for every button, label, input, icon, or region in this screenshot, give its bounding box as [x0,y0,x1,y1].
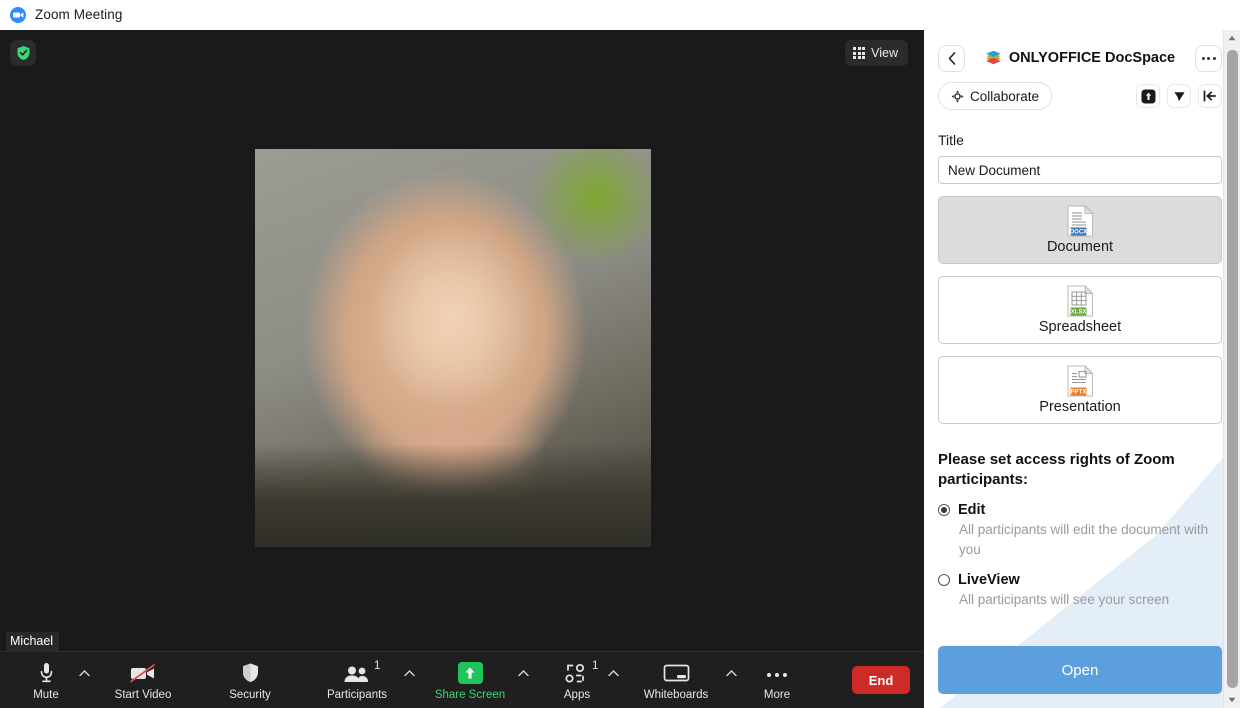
pptx-file-icon: PPTX [1067,365,1094,397]
docx-file-icon: DOCX [1067,205,1094,237]
open-button[interactable]: Open [938,646,1222,694]
security-button[interactable]: Security [210,652,290,708]
radio-edit[interactable] [938,503,950,516]
doctype-presentation-label: Presentation [1039,399,1121,415]
panel-more-button[interactable] [1195,44,1222,72]
grid-icon [853,47,866,59]
apps-icon: 1 [565,660,598,684]
share-screen-label: Share Screen [434,688,506,701]
people-icon: 1 [343,660,380,684]
panel-title-text: ONLYOFFICE DocSpace [1008,50,1176,66]
doctype-spreadsheet-label: Spreadsheet [1038,319,1122,335]
start-video-label: Start Video [114,688,172,701]
participants-options-caret[interactable] [399,652,419,708]
apps-button[interactable]: 1 Apps [551,652,603,708]
access-option-edit-description: All participants will edit the document … [959,521,1209,558]
ellipsis-icon [765,660,789,684]
video-area: View Michael [0,30,924,651]
scrollbar-track[interactable] [1224,46,1240,692]
participant-name-label: Michael [6,632,60,651]
share-screen-options-caret[interactable] [513,652,533,708]
encryption-shield-icon[interactable] [10,40,36,66]
svg-text:PPTX: PPTX [1070,390,1086,396]
microphone-icon [39,660,54,684]
upload-icon [1141,89,1155,103]
access-option-liveview-label: LiveView [958,572,1020,589]
panel-action-bar: Collaborate [924,74,1222,110]
svg-text:XLSX: XLSX [1070,310,1086,316]
pointer-button[interactable] [1167,84,1191,108]
radio-liveview[interactable] [938,574,950,587]
apps-count: 1 [592,659,599,672]
collaborate-button[interactable]: Collaborate [938,82,1053,110]
view-button[interactable]: View [845,40,908,66]
panel-title-group: ONLYOFFICE DocSpace [965,50,1195,66]
whiteboard-icon [663,660,690,684]
mute-options-caret[interactable] [74,652,94,708]
doctype-spreadsheet-card[interactable]: XLSX Spreadsheet [938,276,1222,344]
main-body: View Michael Mute Start Video Security 1… [0,30,1240,708]
zoom-logo-icon [10,6,26,23]
scrollbar-thumb[interactable] [1226,50,1238,688]
participant-video-tile[interactable] [255,149,651,547]
document-title-input[interactable] [938,156,1222,184]
start-video-button[interactable]: Start Video [100,652,186,708]
whiteboards-options-caret[interactable] [721,652,741,708]
scroll-up-arrow[interactable] [1224,30,1240,46]
title-field-label: Title [938,132,964,148]
collaborate-label: Collaborate [970,88,1040,104]
share-screen-icon [457,660,483,684]
collapse-panel-button[interactable] [1198,84,1222,108]
doctype-document-label: Document [1046,239,1114,255]
doctype-presentation-card[interactable]: PPTX Presentation [938,356,1222,424]
end-meeting-button[interactable]: End [852,666,910,694]
upload-button[interactable] [1136,84,1160,108]
access-option-edit[interactable]: Edit [938,502,1222,518]
video-off-icon [129,660,157,684]
view-button-label: View [871,46,898,60]
participants-count: 1 [374,659,381,672]
window-titlebar: Zoom Meeting [0,0,1240,30]
share-screen-button[interactable]: Share Screen [427,652,513,708]
window-title: Zoom Meeting [35,7,123,22]
xlsx-file-icon: XLSX [1067,285,1094,317]
more-label: More [763,688,791,701]
access-option-liveview-description: All participants will see your screen [959,592,1170,608]
shield-icon [241,660,260,684]
doctype-document-card[interactable]: DOCX Document [938,196,1222,264]
participant-video-feed [255,149,651,547]
back-button[interactable] [938,44,965,72]
chevron-left-icon [948,51,955,65]
scroll-down-arrow[interactable] [1224,692,1240,708]
video-stage: View Michael Mute Start Video Security 1… [0,30,924,708]
access-rights-heading: Please set access rights of Zoom partici… [938,451,1175,488]
onlyoffice-docspace-panel: ONLYOFFICE DocSpace Collaborate Title Ne… [924,30,1240,708]
whiteboards-button[interactable]: Whiteboards [631,652,721,708]
svg-text:DOCX: DOCX [1069,230,1086,236]
create-document-form: Title DOCX [924,110,1222,646]
participants-label: Participants [326,688,388,701]
participants-button[interactable]: 1 Participants [315,652,399,708]
mute-label: Mute [33,688,59,701]
more-button[interactable]: More [751,652,803,708]
ellipsis-icon [1201,56,1216,60]
collaborate-diamond-icon [951,90,964,102]
apps-label: Apps [563,688,591,701]
collapse-panel-icon [1203,90,1217,102]
panel-header: ONLYOFFICE DocSpace [924,30,1222,74]
zoom-meeting-window: Zoom Meeting View Michael Mute Start Vid… [0,0,1240,708]
whiteboards-label: Whiteboards [643,688,709,701]
apps-options-caret[interactable] [603,652,623,708]
access-option-edit-label: Edit [958,501,986,518]
onlyoffice-layers-icon [986,50,1001,64]
access-option-liveview[interactable]: LiveView [938,572,1222,588]
security-label: Security [229,688,271,701]
cursor-pointer-icon [1173,91,1185,101]
mute-button[interactable]: Mute [18,652,74,708]
panel-scrollbar[interactable] [1223,30,1240,708]
meeting-control-bar: Mute Start Video Security 1 Participants… [0,651,924,708]
